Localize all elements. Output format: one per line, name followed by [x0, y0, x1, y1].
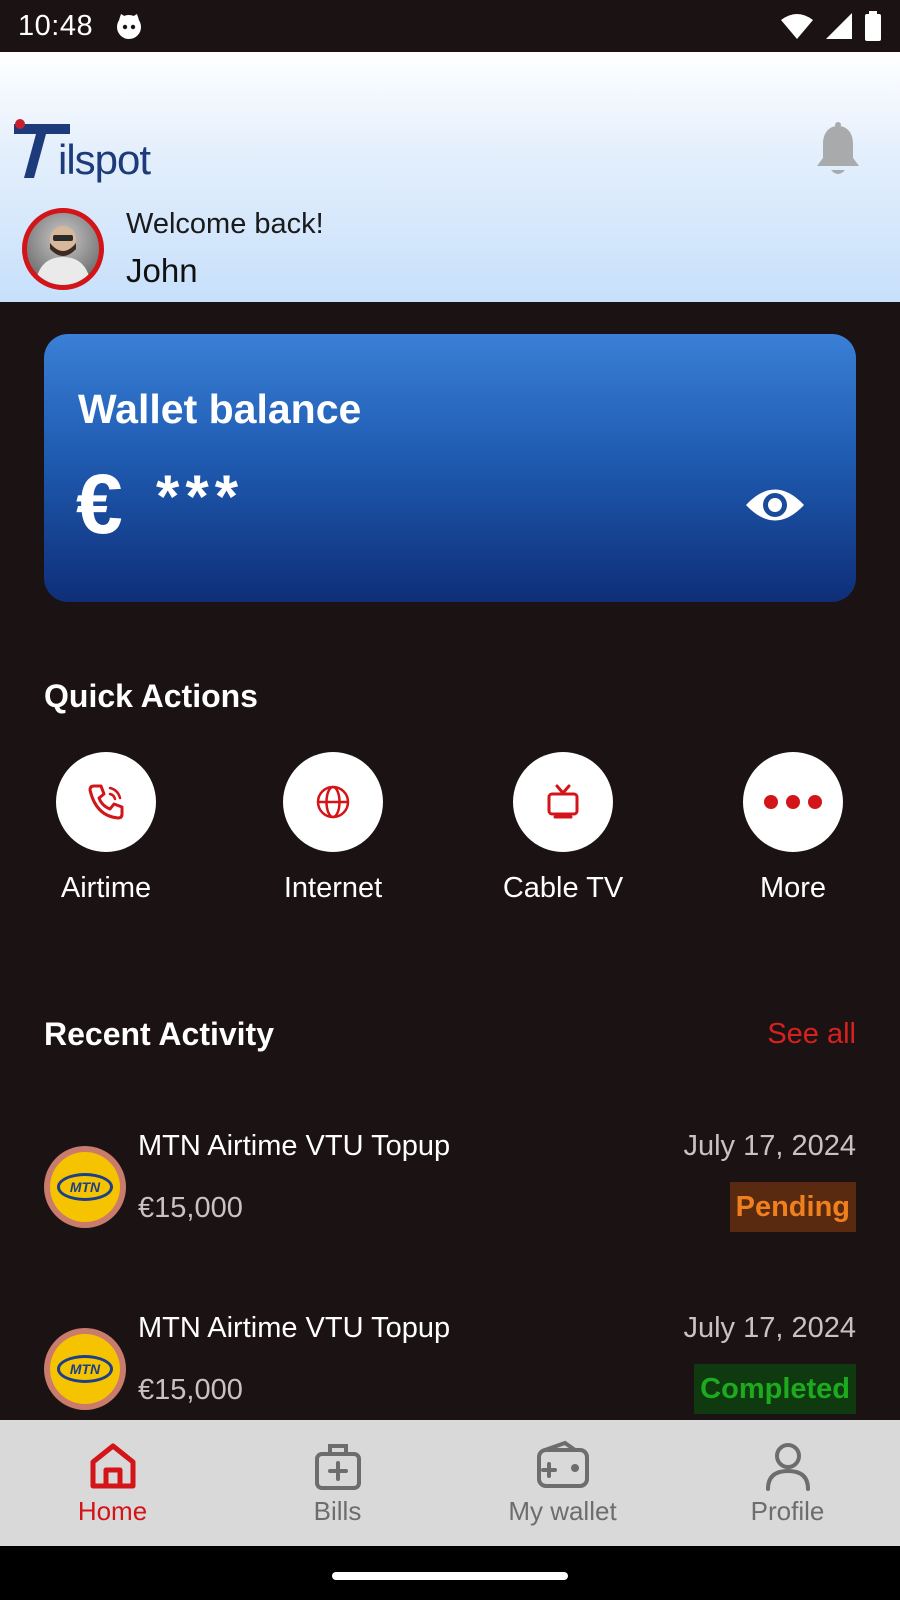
avatar-photo — [35, 226, 91, 285]
globe-icon — [316, 785, 350, 819]
wallet-currency: € — [76, 457, 123, 551]
wifi-icon — [781, 14, 813, 39]
see-all-link[interactable]: See all — [767, 1018, 856, 1051]
signal-icon — [826, 13, 852, 39]
wallet-balance-card: Wallet balance € *** — [44, 334, 856, 602]
quick-action-circle[interactable] — [56, 752, 156, 852]
quick-action-circle[interactable] — [513, 752, 613, 852]
status-badge-pending: Pending — [729, 1182, 856, 1232]
wallet-icon — [536, 1440, 589, 1488]
nav-item-profile[interactable]: Profile — [675, 1420, 900, 1546]
quick-actions-title: Quick Actions — [44, 678, 258, 714]
mtn-logo: MTN — [44, 1146, 126, 1228]
activity-item[interactable]: MTN MTN Airtime VTU Topup €15,000 July 1… — [44, 1130, 856, 1250]
quick-action-label: Cable TV — [502, 872, 624, 904]
avatar[interactable] — [22, 208, 104, 290]
nav-label: Bills — [313, 1495, 362, 1526]
more-dots-icon — [764, 795, 822, 809]
logo-text: ilspot — [58, 136, 151, 183]
nav-item-home[interactable]: Home — [0, 1420, 225, 1546]
quick-action-label: Internet — [283, 872, 383, 904]
quick-action-label: Airtime — [60, 872, 152, 904]
gesture-bar — [0, 1546, 900, 1600]
eye-icon[interactable] — [744, 482, 806, 528]
nav-item-my-wallet[interactable]: My wallet — [450, 1420, 675, 1546]
activity-title: MTN Airtime VTU Topup — [138, 1130, 451, 1162]
activity-date: July 17, 2024 — [683, 1312, 856, 1344]
bottom-nav: Home Bills My wallet Profile — [0, 1420, 900, 1546]
mtn-logo-text: MTN — [57, 1355, 113, 1383]
status-time: 10:48 — [18, 9, 94, 42]
nav-label: Home — [77, 1495, 148, 1526]
nav-item-bills[interactable]: Bills — [225, 1420, 450, 1546]
header: ilspot Welcome back! John — [0, 52, 900, 302]
status-bar: 10:48 — [0, 0, 900, 52]
quick-action-cable-tv[interactable]: Cable TV — [483, 752, 643, 905]
activity-title: MTN Airtime VTU Topup — [138, 1312, 451, 1344]
activity-item[interactable]: MTN MTN Airtime VTU Topup €15,000 July 1… — [44, 1312, 856, 1432]
quick-action-circle[interactable] — [743, 752, 843, 852]
activity-date: July 17, 2024 — [683, 1130, 856, 1162]
home-icon — [90, 1443, 135, 1488]
quick-action-circle[interactable] — [283, 752, 383, 852]
activity-amount: €15,000 — [138, 1374, 243, 1406]
quick-action-airtime[interactable]: Airtime — [26, 752, 186, 905]
phone-icon — [88, 784, 124, 820]
bills-icon — [314, 1443, 361, 1490]
tv-icon — [547, 784, 579, 819]
status-badge-completed: Completed — [694, 1364, 856, 1414]
notification-bell-icon[interactable] — [814, 122, 862, 178]
mtn-logo-text: MTN — [57, 1173, 113, 1201]
home-gesture-handle[interactable] — [332, 1572, 568, 1580]
profile-icon — [765, 1442, 810, 1491]
mtn-logo: MTN — [44, 1328, 126, 1410]
nav-label: Profile — [750, 1495, 825, 1526]
nav-label: My wallet — [508, 1495, 617, 1526]
wallet-title: Wallet balance — [78, 386, 362, 432]
quick-action-internet[interactable]: Internet — [253, 752, 413, 905]
quick-action-label: More — [759, 872, 827, 904]
welcome-text: Welcome back! — [126, 208, 324, 240]
username: John — [126, 252, 198, 289]
activity-amount: €15,000 — [138, 1192, 243, 1224]
battery-icon — [865, 11, 881, 41]
wallet-masked-balance: *** — [156, 463, 245, 530]
status-icons — [780, 11, 882, 41]
quick-action-more[interactable]: More — [713, 752, 873, 905]
recent-activity-title: Recent Activity — [44, 1016, 274, 1052]
cat-notification-icon — [117, 14, 142, 39]
